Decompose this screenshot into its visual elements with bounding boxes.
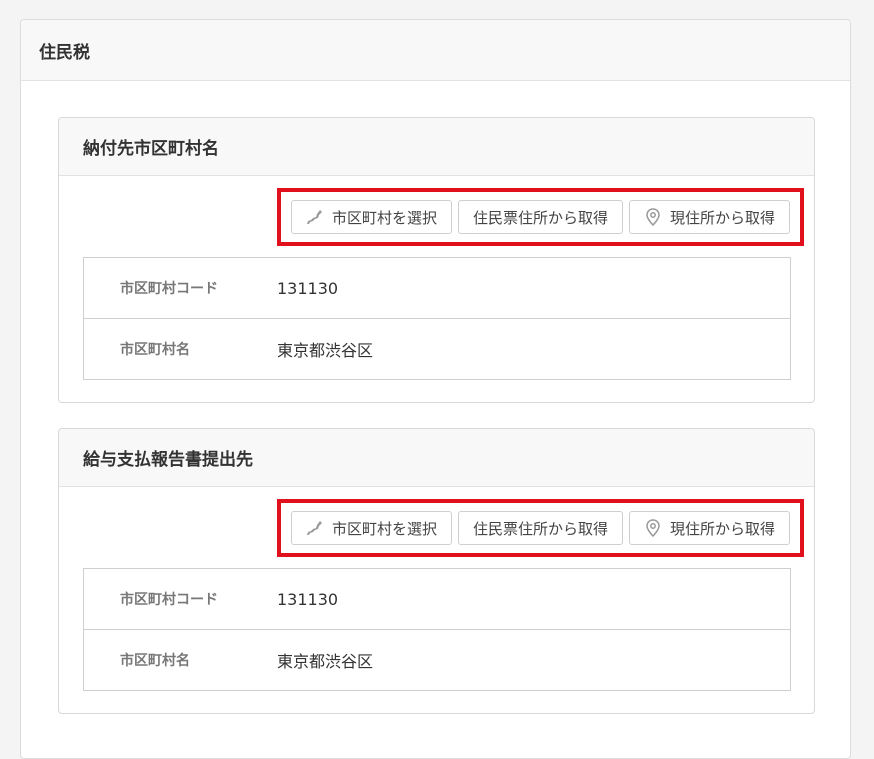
municipality-code-label: 市区町村コード: [120, 281, 218, 297]
get-from-current-address-button[interactable]: 現住所から取得: [628, 511, 790, 545]
select-municipality-button[interactable]: 市区町村を選択: [290, 200, 452, 234]
panel-title: 納付先市区町村名: [59, 118, 814, 176]
municipality-name-value: 東京都渋谷区: [277, 652, 374, 671]
location-pin-icon: [644, 208, 662, 226]
resident-address-label: 住民票住所から取得: [472, 208, 608, 227]
get-from-resident-address-button[interactable]: 住民票住所から取得: [457, 200, 623, 234]
municipality-button-group: 市区町村を選択 住民票住所から取得 現住所から取得: [276, 499, 804, 557]
current-address-label: 現住所から取得: [669, 519, 775, 538]
table-row: 市区町村名 東京都渋谷区: [84, 630, 790, 690]
location-pin-icon: [644, 519, 662, 537]
get-from-current-address-button[interactable]: 現住所から取得: [628, 200, 790, 234]
municipality-code-value: 131130: [277, 278, 339, 298]
municipality-info-table: 市区町村コード 131130 市区町村名 東京都渋谷区: [83, 568, 791, 691]
municipality-button-group: 市区町村を選択 住民票住所から取得 現住所から取得: [276, 188, 804, 246]
table-row: 市区町村名 東京都渋谷区: [84, 319, 790, 379]
municipality-name-label: 市区町村名: [120, 653, 190, 669]
municipality-name-label: 市区町村名: [120, 342, 190, 358]
table-row: 市区町村コード 131130: [84, 569, 790, 630]
municipality-code-value: 131130: [277, 589, 339, 609]
municipality-code-label: 市区町村コード: [120, 592, 218, 608]
current-address-label: 現住所から取得: [669, 208, 775, 227]
japan-map-icon: [306, 208, 324, 226]
municipality-name-value: 東京都渋谷区: [277, 341, 374, 360]
resident-address-label: 住民票住所から取得: [472, 519, 608, 538]
select-municipality-label: 市区町村を選択: [331, 208, 437, 227]
resident-tax-section: 住民税 納付先市区町村名 市区町村を選択 住民票住所から取得 現住所から取得 市…: [20, 19, 851, 759]
payment-municipality-panel: 納付先市区町村名 市区町村を選択 住民票住所から取得 現住所から取得 市区町村コ…: [58, 117, 815, 403]
salary-report-destination-panel: 給与支払報告書提出先 市区町村を選択 住民票住所から取得 現住所から取得 市区町…: [58, 428, 815, 714]
select-municipality-button[interactable]: 市区町村を選択: [290, 511, 452, 545]
table-row: 市区町村コード 131130: [84, 258, 790, 319]
japan-map-icon: [306, 519, 324, 537]
panel-title: 給与支払報告書提出先: [59, 429, 814, 487]
municipality-info-table: 市区町村コード 131130 市区町村名 東京都渋谷区: [83, 257, 791, 380]
select-municipality-label: 市区町村を選択: [331, 519, 437, 538]
get-from-resident-address-button[interactable]: 住民票住所から取得: [457, 511, 623, 545]
section-title: 住民税: [21, 20, 850, 81]
